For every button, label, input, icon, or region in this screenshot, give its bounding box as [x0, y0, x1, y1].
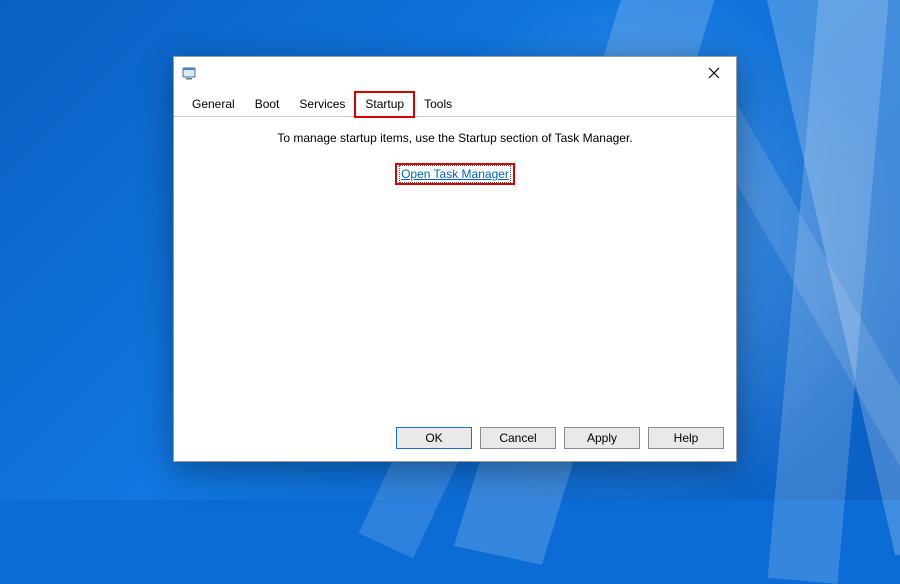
dialog-button-row: OK Cancel Apply Help: [174, 419, 736, 461]
link-highlight-box: Open Task Manager: [395, 163, 515, 185]
tab-services[interactable]: Services: [289, 92, 355, 117]
app-icon: [182, 65, 198, 81]
tab-startup[interactable]: Startup: [355, 92, 414, 117]
tab-general[interactable]: General: [182, 92, 245, 117]
ok-button[interactable]: OK: [396, 427, 472, 449]
help-button[interactable]: Help: [648, 427, 724, 449]
cancel-button[interactable]: Cancel: [480, 427, 556, 449]
msconfig-window: General Boot Services Startup Tools To m…: [173, 56, 737, 462]
tab-content-startup: To manage startup items, use the Startup…: [174, 117, 736, 419]
tab-boot[interactable]: Boot: [245, 92, 290, 117]
tab-tools[interactable]: Tools: [414, 92, 462, 117]
tab-bar: General Boot Services Startup Tools: [174, 91, 736, 117]
apply-button[interactable]: Apply: [564, 427, 640, 449]
startup-info-text: To manage startup items, use the Startup…: [277, 131, 632, 145]
open-task-manager-link[interactable]: Open Task Manager: [401, 167, 509, 181]
titlebar: [174, 57, 736, 89]
close-button[interactable]: [692, 58, 736, 88]
